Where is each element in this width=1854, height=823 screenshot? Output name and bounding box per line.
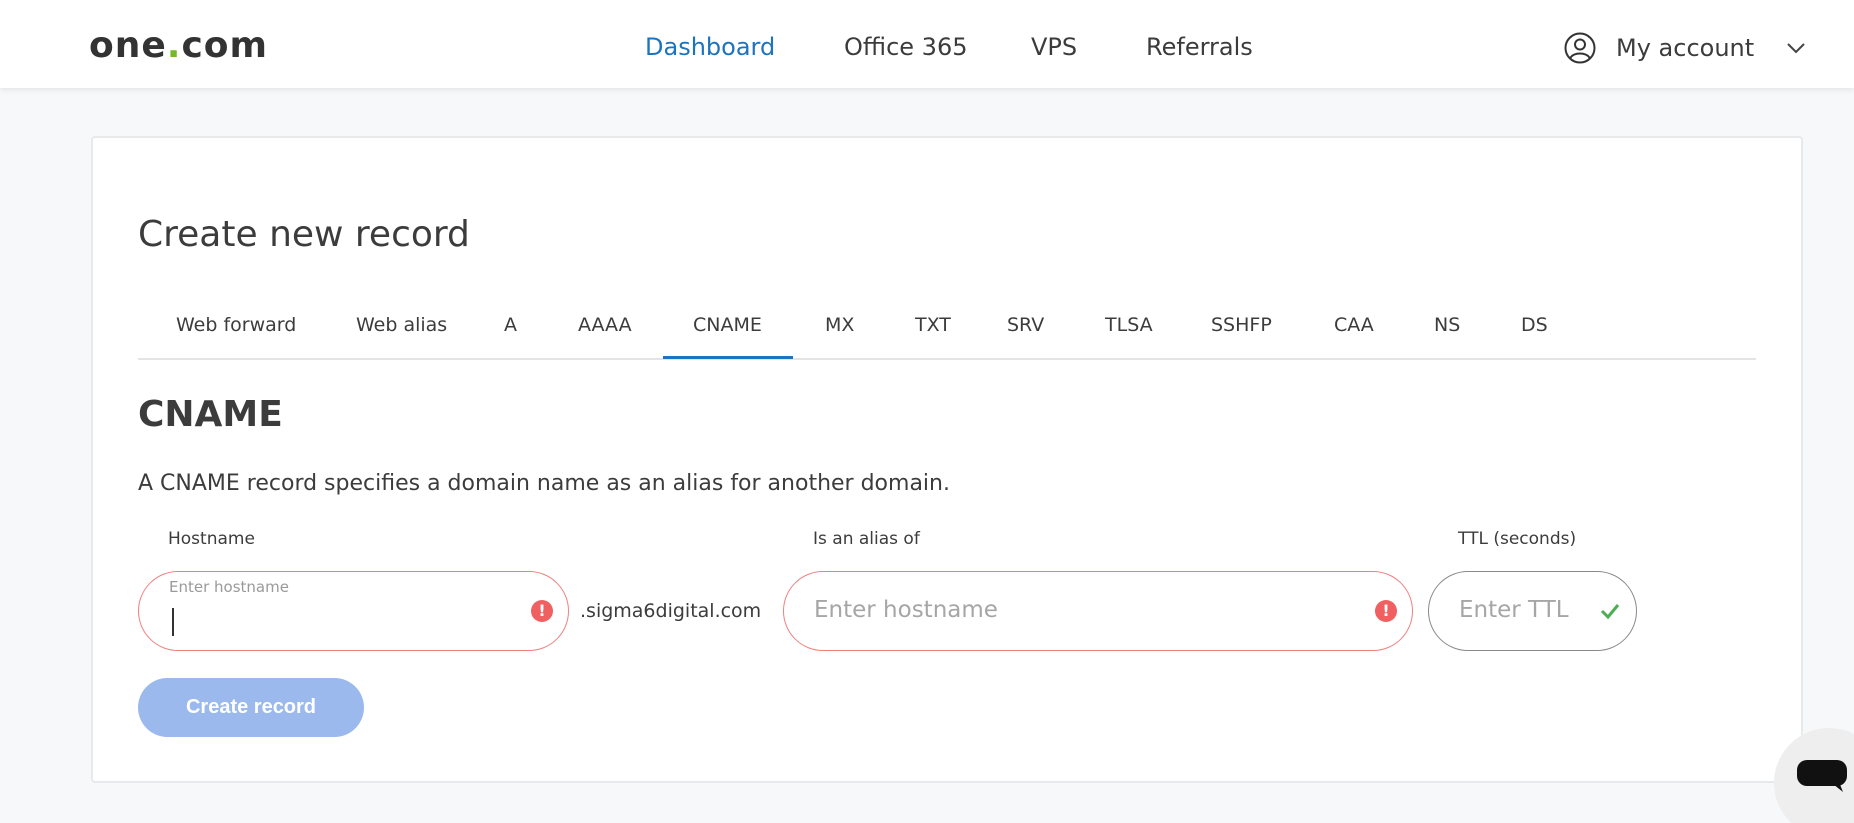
- chevron-down-icon: [1787, 43, 1805, 54]
- chat-bubble-icon: [1797, 760, 1847, 792]
- text-cursor: [172, 608, 174, 636]
- nav-office-365[interactable]: Office 365: [844, 30, 968, 64]
- check-icon: [1600, 604, 1620, 620]
- tab-srv[interactable]: SRV: [1007, 312, 1044, 338]
- tab-cname[interactable]: CNAME: [693, 312, 762, 338]
- tab-a[interactable]: A: [504, 312, 517, 338]
- hostname-label: Hostname: [168, 529, 255, 549]
- alias-placeholder: Enter hostname: [814, 597, 998, 623]
- tab-web-alias[interactable]: Web alias: [356, 312, 447, 338]
- create-record-button[interactable]: Create record: [138, 678, 364, 737]
- tab-web-forward[interactable]: Web forward: [176, 312, 296, 338]
- ttl-input[interactable]: Enter TTL: [1428, 571, 1637, 651]
- tab-txt[interactable]: TXT: [915, 312, 951, 338]
- active-tab-indicator: [663, 356, 793, 359]
- ttl-label: TTL (seconds): [1458, 529, 1577, 549]
- user-circle-icon: [1564, 32, 1596, 64]
- account-label: My account: [1616, 34, 1755, 62]
- section-description: A CNAME record specifies a domain name a…: [138, 471, 950, 496]
- section-title: CNAME: [138, 394, 283, 435]
- hostname-floating-label: Enter hostname: [169, 578, 289, 596]
- tab-tlsa[interactable]: TLSA: [1105, 312, 1153, 338]
- tab-ds[interactable]: DS: [1521, 312, 1548, 338]
- alias-input[interactable]: Enter hostname !: [783, 571, 1413, 651]
- nav-dashboard[interactable]: Dashboard: [645, 30, 775, 64]
- domain-suffix: .sigma6digital.com: [580, 600, 762, 622]
- exclamation-icon: !: [1375, 600, 1397, 622]
- exclamation-icon: !: [531, 600, 553, 622]
- alias-label: Is an alias of: [813, 529, 920, 549]
- tab-aaaa[interactable]: AAAA: [578, 312, 632, 338]
- tab-ns[interactable]: NS: [1434, 312, 1460, 338]
- record-type-tabs: Web forward Web alias A AAAA CNAME MX TX…: [138, 304, 1756, 360]
- top-bar: one.com Dashboard Office 365 VPS Referra…: [0, 0, 1854, 88]
- ttl-placeholder: Enter TTL: [1459, 597, 1569, 623]
- tab-sshfp[interactable]: SSHFP: [1211, 312, 1272, 338]
- page-title: Create new record: [138, 214, 470, 255]
- nav-vps[interactable]: VPS: [1031, 30, 1077, 64]
- tab-mx[interactable]: MX: [825, 312, 854, 338]
- tab-caa[interactable]: CAA: [1334, 312, 1374, 338]
- nav-referrals[interactable]: Referrals: [1146, 30, 1253, 64]
- hostname-input[interactable]: Enter hostname !: [138, 571, 569, 651]
- account-menu[interactable]: My account: [1564, 30, 1806, 66]
